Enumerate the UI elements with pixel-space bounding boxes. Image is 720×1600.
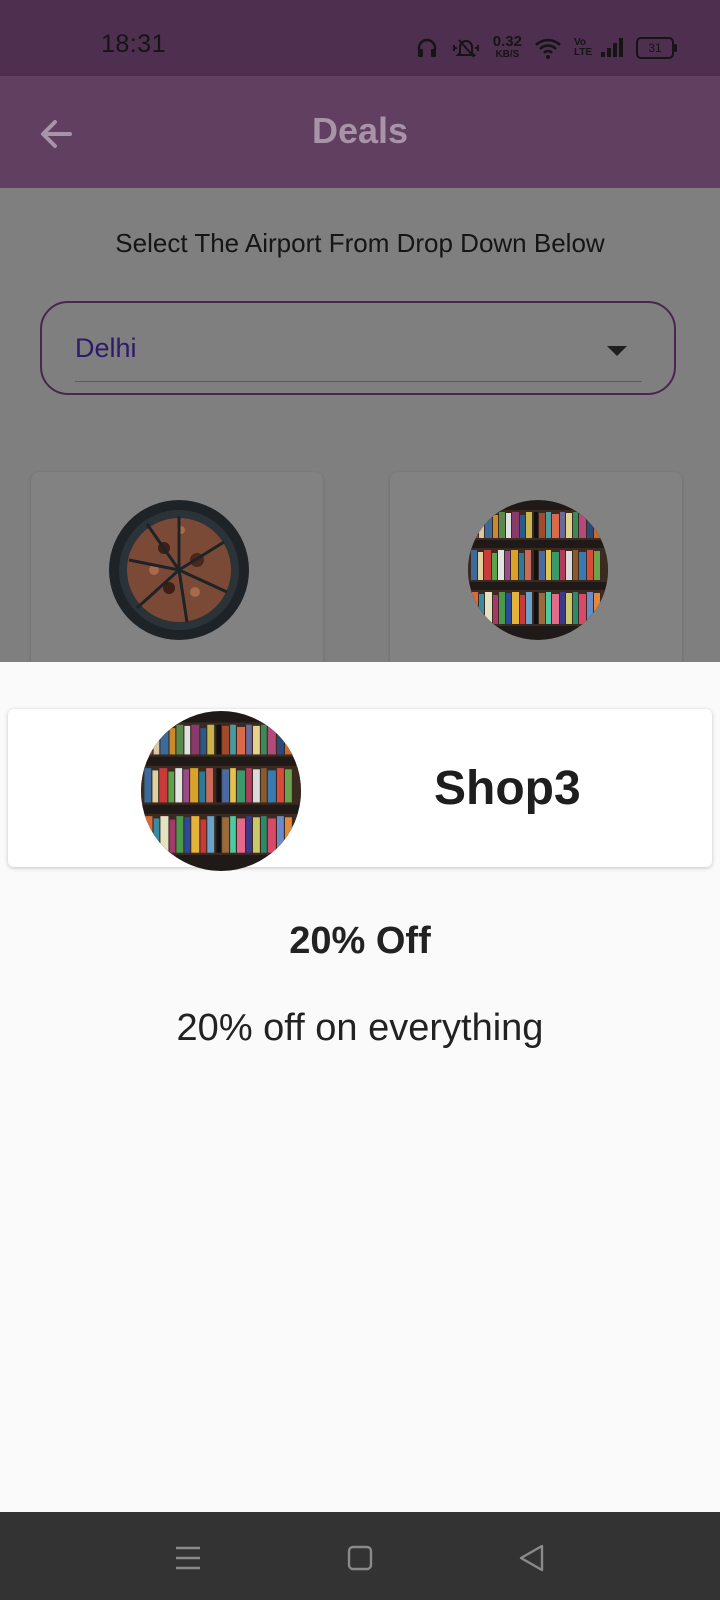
status-icons: 0.32 KB/S Vo LTE 31 [415, 32, 677, 64]
app-bar: Deals [0, 76, 720, 188]
deal-bottom-sheet: Shop3 20% Off 20% off on everything [0, 662, 720, 1512]
system-nav-bar [0, 1512, 720, 1600]
bookshelf-image [468, 500, 608, 640]
back-nav-button[interactable] [512, 1538, 552, 1578]
status-time: 18:31 [101, 30, 167, 58]
deals-page-scrim[interactable]: Select The Airport From Drop Down Below … [0, 188, 720, 692]
recents-button[interactable] [168, 1538, 208, 1578]
shop-header-card: Shop3 [8, 709, 712, 871]
menu-icon [176, 1546, 200, 1570]
battery-icon: 31 [636, 37, 677, 59]
headphones-icon [415, 36, 439, 60]
signal-icon [600, 37, 624, 59]
page-title: Deals [311, 110, 409, 151]
net-speed-value: 0.32 [492, 33, 522, 50]
home-button[interactable] [340, 1538, 380, 1578]
status-bar: 18:31 0.32 KB/S Vo LTE 31 [0, 0, 720, 76]
shop-card-books[interactable] [390, 472, 682, 692]
volte-label: Vo LTE [574, 37, 593, 58]
deal-description: 20% off on everything [176, 1007, 544, 1049]
wifi-icon [534, 36, 562, 60]
home-square-icon [347, 1545, 373, 1571]
airport-dropdown-value: Delhi [75, 333, 137, 363]
airport-prompt: Select The Airport From Drop Down Below [115, 228, 605, 258]
shop-card-pizza[interactable] [31, 472, 323, 692]
shop-avatar-bookshelf [141, 711, 301, 871]
shop-name: Shop3 [434, 762, 581, 815]
deal-title: 20% Off [289, 920, 431, 962]
net-speed: 0.32 KB/S [492, 33, 522, 61]
back-triangle-icon [519, 1544, 544, 1572]
vibrate-icon [451, 36, 481, 60]
dropdown-arrow-icon [607, 346, 627, 356]
dropdown-underline [75, 381, 642, 382]
net-speed-unit: KB/S [495, 49, 520, 60]
pizza-image [109, 500, 249, 640]
airport-dropdown[interactable]: Delhi [40, 301, 676, 395]
